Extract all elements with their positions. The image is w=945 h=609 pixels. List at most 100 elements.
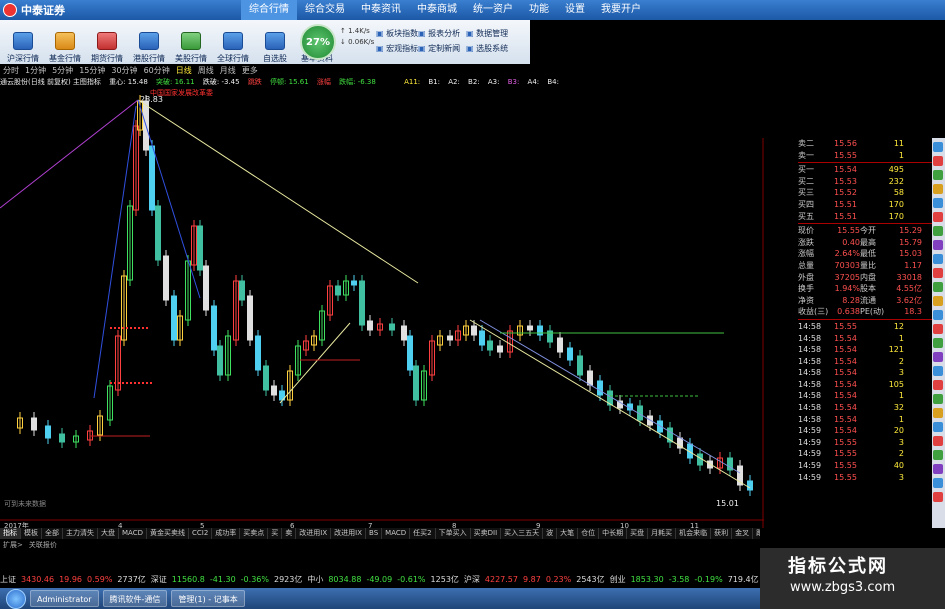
subtab-0[interactable]: 扩展> [0,540,26,551]
period-tab-6[interactable]: 日线 [173,65,195,76]
period-tab-0[interactable]: 分时 [0,65,22,76]
indicator-tab-27[interactable]: 获利 [711,528,733,539]
indicator-tab-25[interactable]: 月耗买 [648,528,677,539]
toolbar-right-2[interactable]: ▣ 报表分析 [418,26,460,41]
indicator-tab-28[interactable]: 金叉 [732,528,754,539]
side-tool-icon-7[interactable] [933,240,943,250]
side-tool-icon-16[interactable] [933,366,943,376]
indicator-tab-22[interactable]: 仓位 [578,528,600,539]
indicator-tab-21[interactable]: 大笔 [557,528,579,539]
candle-body-47 [401,325,407,341]
period-tab-8[interactable]: 月线 [217,65,239,76]
period-tab-3[interactable]: 15分钟 [76,65,108,76]
toolbar-right-1[interactable]: ▣ 宏观指标 [376,41,418,56]
indicator-tab-8[interactable]: 成功率 [212,528,241,539]
side-tool-icon-9[interactable] [933,268,943,278]
indicator-tab-9[interactable]: 买卖点 [240,528,269,539]
indicator-tab-19[interactable]: 买入三五天 [501,528,544,539]
watermark-url: www.zbgs3.com [790,580,896,595]
indicator-tab-24[interactable]: 买盘 [627,528,649,539]
indicator-tab-29[interactable]: 跟踪 [753,528,760,539]
period-tab-9[interactable]: 更多 [239,65,261,76]
side-tool-icon-22[interactable] [933,450,943,460]
indicator-tab-1[interactable]: 模板 [21,528,42,539]
toolbar-right-3[interactable]: ▣ 定制新闻 [418,41,460,56]
side-tool-icon-25[interactable] [933,492,943,502]
menu-item-4[interactable]: 统一资户 [465,0,521,20]
toolbar-right-5[interactable]: ▣ 选股系统 [466,41,508,56]
taskbar-window-1[interactable]: 腾讯软件-通信 [102,590,168,607]
candle-body-48 [407,335,413,371]
period-tab-5[interactable]: 60分钟 [141,65,173,76]
toolbar-label-2: 期货行情 [91,54,123,63]
side-tool-icon-2[interactable] [933,170,943,180]
indicator-tab-16[interactable]: 任买2 [410,528,436,539]
toolbar-button-3[interactable]: 港股行情 [130,22,168,64]
period-tab-4[interactable]: 30分钟 [108,65,140,76]
side-tool-icon-8[interactable] [933,254,943,264]
side-tool-icon-6[interactable] [933,226,943,236]
indicator-tab-14[interactable]: BS [366,528,383,539]
menu-item-6[interactable]: 设置 [557,0,593,20]
toolbar-right-0[interactable]: ▣ 板块指数 [376,26,418,41]
taskbar-window-0[interactable]: Administrator [30,590,99,607]
kline-chart[interactable]: 28.8315.01中国国家发展改革委可到未来数据2017年 4 5 6 7 8 9 10 11… [0,88,764,528]
indicator-tab-3[interactable]: 主力清失 [63,528,98,539]
indicator-tab-20[interactable]: 波 [543,528,558,539]
side-tool-icon-12[interactable] [933,310,943,320]
toolbar-button-5[interactable]: 全球行情 [214,22,252,64]
indicator-tab-17[interactable]: 下单买入 [436,528,471,539]
toolbar-button-2[interactable]: 期货行情 [88,22,126,64]
side-tool-icon-4[interactable] [933,198,943,208]
indicator-tab-7[interactable]: CCI2 [189,528,213,539]
bid-row-4-cell-1: 15.51 [834,211,857,221]
side-tool-icon-13[interactable] [933,324,943,334]
toolbar-right-4[interactable]: ▣ 数据管理 [466,26,508,41]
side-tool-icon-20[interactable] [933,422,943,432]
toolbar-button-4[interactable]: 美股行情 [172,22,210,64]
taskbar-window-2[interactable]: 管理(1) - 记事本 [171,590,245,607]
indicator-tab-5[interactable]: MACD [119,528,147,539]
menu-item-7[interactable]: 我要开户 [593,0,649,20]
period-tab-1[interactable]: 1分钟 [22,65,49,76]
side-tool-icon-15[interactable] [933,352,943,362]
side-tool-icon-24[interactable] [933,478,943,488]
indicator-tab-12[interactable]: 改进用IX [296,528,332,539]
indicator-tab-18[interactable]: 买卖DII [471,528,502,539]
side-tool-icon-14[interactable] [933,338,943,348]
menu-item-2[interactable]: 中泰资讯 [353,0,409,20]
indicator-tab-6[interactable]: 黄金买卖线 [147,528,189,539]
indicator-tab-4[interactable]: 大盘 [98,528,119,539]
side-tool-icon-11[interactable] [933,296,943,306]
period-tab-2[interactable]: 5分钟 [49,65,76,76]
side-tool-icon-19[interactable] [933,408,943,418]
indicator-tab-26[interactable]: 机会来临 [676,528,712,539]
menu-item-5[interactable]: 功能 [521,0,557,20]
menu-item-3[interactable]: 中泰商城 [409,0,465,20]
menu-item-1[interactable]: 综合交易 [297,0,353,20]
indicator-tab-11[interactable]: 卖 [282,528,297,539]
side-tool-icon-3[interactable] [933,184,943,194]
side-tool-icon-5[interactable] [933,212,943,222]
side-tool-icon-1[interactable] [933,156,943,166]
side-tool-icon-0[interactable] [933,142,943,152]
toolbar-button-1[interactable]: 基金行情 [46,22,84,64]
indicator-tab-23[interactable]: 中长期 [599,528,628,539]
start-button[interactable] [6,588,26,609]
side-tool-icon-18[interactable] [933,394,943,404]
indicator-tab-10[interactable]: 买 [268,528,283,539]
side-tool-icon-10[interactable] [933,282,943,292]
side-tool-icon-23[interactable] [933,464,943,474]
indicator-tab-0[interactable]: 指标 [0,528,21,539]
indicator-tab-13[interactable]: 改进用IX [331,528,367,539]
side-tool-icon-21[interactable] [933,436,943,446]
fund-icon [55,32,75,50]
indicator-tab-2[interactable]: 全部 [42,528,63,539]
subtab-1[interactable]: 关联报价 [26,540,60,551]
period-tab-7[interactable]: 周线 [195,65,217,76]
toolbar-button-6[interactable]: 自选股 [256,22,294,64]
menu-item-0[interactable]: 综合行情 [241,0,297,20]
side-tool-icon-17[interactable] [933,380,943,390]
indicator-tab-15[interactable]: MACD [382,528,411,539]
toolbar-button-0[interactable]: 沪深行情 [4,22,42,64]
